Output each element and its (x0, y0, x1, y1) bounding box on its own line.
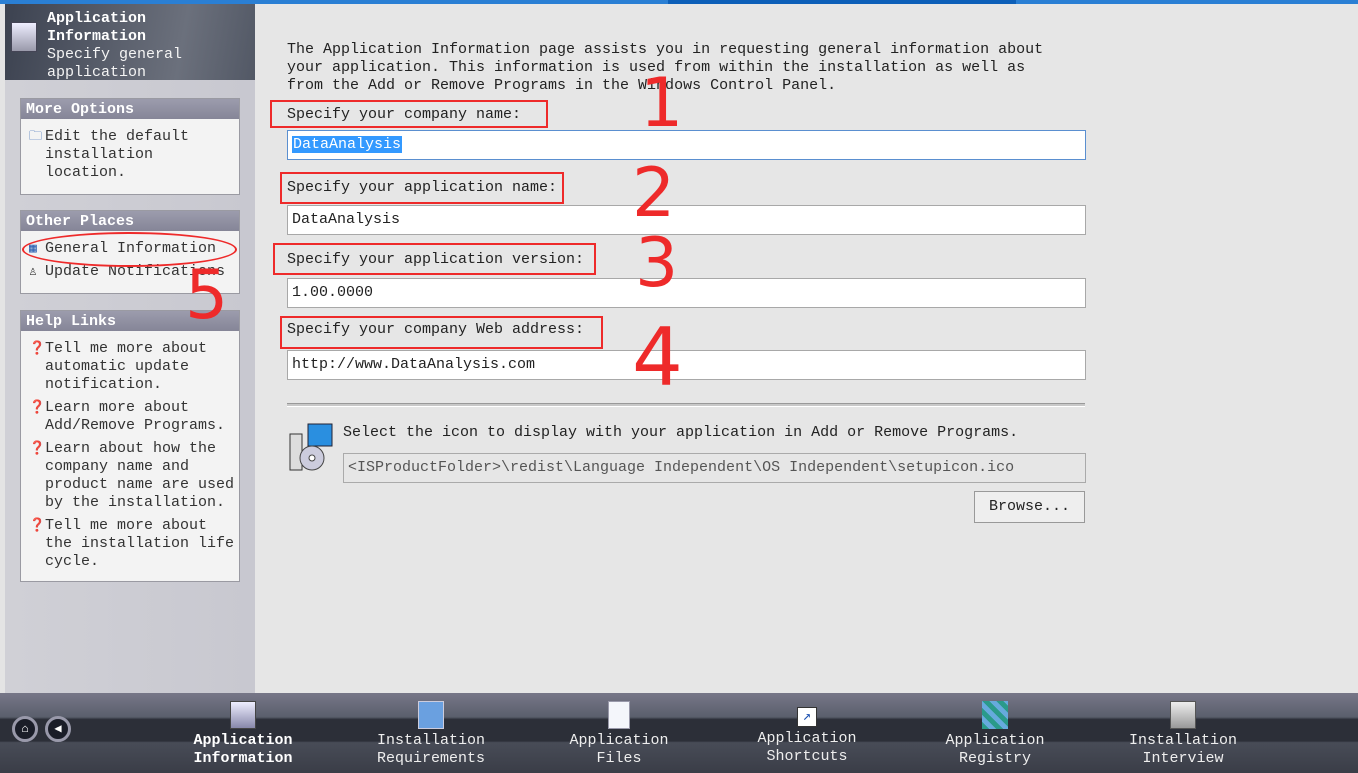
back-arrow-icon: ◀ (54, 722, 62, 736)
browse-button[interactable]: Browse... (974, 491, 1085, 523)
panel-title: Other Places (21, 211, 239, 231)
icon-select-label: Select the icon to display with your app… (343, 424, 1019, 441)
back-button[interactable]: ◀ (45, 716, 71, 742)
sidebar-subtitle: Specify general application information. (47, 46, 183, 80)
home-icon: ⌂ (21, 722, 29, 736)
setup-icon (289, 423, 333, 471)
web-address-label: Specify your company Web address: (287, 321, 585, 338)
company-name-label: Specify your company name: (287, 106, 522, 123)
nav-application-files[interactable]: Application Files (534, 693, 704, 773)
application-name-label: Specify your application name: (287, 179, 558, 196)
company-name-input[interactable]: DataAnalysis (287, 130, 1086, 160)
help-icon: ❓ (29, 518, 46, 533)
nav-application-shortcuts[interactable]: ↗ Application Shortcuts (722, 693, 892, 773)
application-information-icon (230, 701, 256, 729)
requirements-checkmark-icon (418, 701, 444, 729)
help-icon: ❓ (29, 400, 46, 415)
application-name-input[interactable]: DataAnalysis (287, 205, 1086, 235)
panel-title: Help Links (21, 311, 239, 331)
panel-title: More Options (21, 99, 239, 119)
interview-dialog-icon (1170, 701, 1196, 729)
intro-text: The Application Information page assists… (287, 41, 1044, 94)
help-link[interactable]: ❓ Learn more about Add/Remove Programs. (21, 399, 239, 435)
help-link[interactable]: ❓ Learn about how the company name and pr… (21, 440, 239, 512)
registry-icon (982, 701, 1008, 729)
help-icon: ❓ (29, 441, 46, 456)
application-version-input[interactable]: 1.00.0000 (287, 278, 1086, 308)
file-icon (608, 701, 630, 729)
nav-application-information[interactable]: Application Information (158, 693, 328, 773)
web-address-input[interactable]: http://www.DataAnalysis.com (287, 350, 1086, 380)
bottom-navigation-bar: Application Information Installation Req… (0, 693, 1358, 773)
user-globe-icon: ♙ (29, 264, 37, 279)
nav-installation-requirements[interactable]: Installation Requirements (346, 693, 516, 773)
update-notifications-link[interactable]: ♙ Update Notifications (21, 263, 239, 281)
help-links-panel: Help Links ❓ Tell me more about automatic… (20, 310, 240, 582)
home-button[interactable]: ⌂ (12, 716, 38, 742)
more-options-panel: More Options 🗀 Edit the default installat… (20, 98, 240, 195)
sidebar: Application Information Specify general … (5, 4, 255, 693)
sidebar-title: Application Information (47, 10, 147, 45)
icon-path-field[interactable]: <ISProductFolder>\redist\Language Indepe… (343, 453, 1086, 483)
general-information-link[interactable]: ▦ General Information (21, 240, 239, 258)
folder-icon: 🗀 (29, 129, 43, 144)
edit-install-location-link[interactable]: 🗀 Edit the default installation location. (21, 128, 239, 182)
help-link[interactable]: ❓ Tell me more about automatic update not… (21, 340, 239, 394)
application-information-icon (11, 22, 37, 52)
help-link[interactable]: ❓ Tell me more about the installation lif… (21, 517, 239, 571)
sidebar-header: Application Information Specify general … (5, 4, 255, 80)
application-version-label: Specify your application version: (287, 251, 585, 268)
grid-icon: ▦ (29, 241, 37, 256)
separator (287, 403, 1085, 407)
help-icon: ❓ (29, 341, 46, 356)
nav-installation-interview[interactable]: Installation Interview (1098, 693, 1268, 773)
nav-application-registry[interactable]: Application Registry (910, 693, 1080, 773)
shortcut-icon: ↗ (797, 707, 817, 727)
other-places-panel: Other Places ▦ General Information ♙ Updat… (20, 210, 240, 294)
